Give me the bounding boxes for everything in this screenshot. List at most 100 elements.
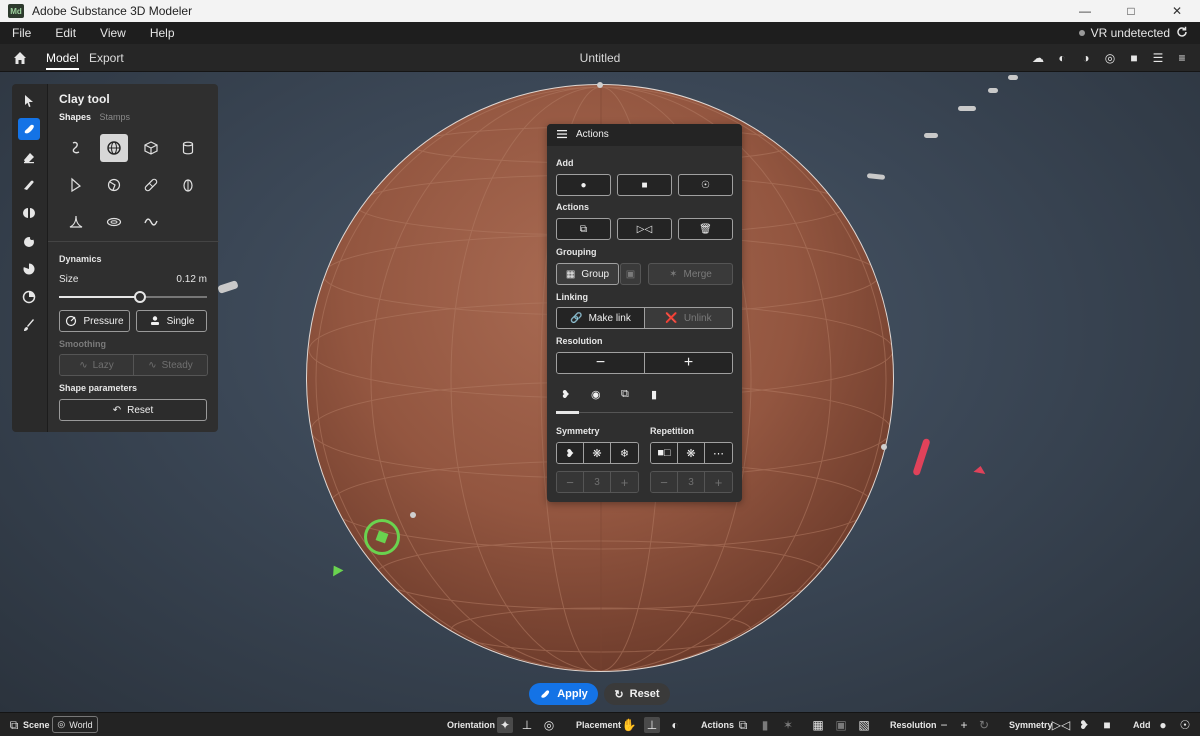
resolution-reset-icon: ↻ <box>976 717 992 733</box>
size-slider-thumb[interactable] <box>134 291 146 303</box>
gizmo-handle-right[interactable] <box>881 444 887 450</box>
orientation-local-icon[interactable]: ✦ <box>497 717 513 733</box>
shading-icon[interactable]: ◑ <box>1078 49 1094 67</box>
menu-file[interactable]: File <box>0 26 43 40</box>
symmetry-toggle-icon[interactable]: ❥ <box>561 388 575 402</box>
refresh-icon[interactable] <box>1176 26 1188 41</box>
hamburger-icon[interactable] <box>557 129 567 139</box>
smooth-tool-icon[interactable] <box>18 174 40 196</box>
clay-tool-icon[interactable] <box>18 118 40 140</box>
settings-sliders-icon[interactable]: ≡ <box>1174 49 1190 67</box>
symmetry-count: 3 <box>584 472 611 492</box>
add-clay-button[interactable]: ● <box>556 174 611 196</box>
hand-icon[interactable]: ✋ <box>621 717 637 733</box>
add-camera-button[interactable]: ■ <box>617 174 672 196</box>
green-gizmo-ring[interactable] <box>364 519 400 555</box>
spike-shape-icon[interactable] <box>62 208 90 236</box>
camera-icon[interactable]: ■ <box>1126 49 1142 67</box>
world-button[interactable]: ◎ World <box>52 716 98 733</box>
single-button[interactable]: Single <box>136 310 207 332</box>
symmetry-decrease-button: − <box>557 472 584 492</box>
placement-surface-icon[interactable]: ◐ <box>667 717 683 733</box>
close-button[interactable]: ✕ <box>1154 0 1200 22</box>
radial-repetition-button[interactable]: ❋ <box>678 443 705 463</box>
sphere-shape-icon[interactable] <box>100 134 128 162</box>
cone-shape-icon[interactable] <box>62 171 90 199</box>
repeat-icon[interactable]: ■ <box>1099 717 1115 733</box>
resolution-stepper: − + <box>556 352 733 374</box>
cube-shape-icon[interactable] <box>137 134 165 162</box>
disc-shape-icon[interactable] <box>100 208 128 236</box>
tab-export[interactable]: Export <box>89 44 124 72</box>
grouping-label: Grouping <box>556 247 597 257</box>
globe-icon[interactable]: ◎ <box>1102 49 1118 67</box>
group-button[interactable]: ▦ Group <box>556 263 619 285</box>
butterfly-icon[interactable]: ❥ <box>1076 717 1092 733</box>
tab-model[interactable]: Model <box>46 44 79 72</box>
tab-stamps[interactable]: Stamps <box>100 112 131 122</box>
environment-icon[interactable]: ☁ <box>1030 49 1046 67</box>
scene-icon[interactable]: ⧉ <box>6 717 22 733</box>
inflate-tool-icon[interactable] <box>18 230 40 252</box>
resolution-increase-button[interactable]: + <box>645 353 732 373</box>
tab-shapes[interactable]: Shapes <box>59 112 91 122</box>
linear-repetition-button[interactable]: ■□ <box>651 443 678 463</box>
placement-axis-icon[interactable]: ⊥ <box>644 717 660 733</box>
reset-parameters-button[interactable]: ↶ Reset <box>59 399 207 421</box>
curve-shape-icon[interactable] <box>62 134 90 162</box>
wave-shape-icon[interactable] <box>137 208 165 236</box>
pressure-button[interactable]: Pressure <box>59 310 130 332</box>
size-slider[interactable] <box>59 296 207 298</box>
radial-symmetry-button[interactable]: ❋ <box>584 443 611 463</box>
orientation-axis-icon[interactable]: ⊥ <box>519 717 535 733</box>
menu-help[interactable]: Help <box>138 26 187 40</box>
crease-tool-icon[interactable] <box>18 258 40 280</box>
gizmo-handle-left[interactable] <box>410 512 416 518</box>
gizmo-handle-top[interactable] <box>597 82 603 88</box>
resolution-decrease-icon[interactable]: − <box>936 717 952 733</box>
add-clay-icon[interactable]: ● <box>1155 717 1171 733</box>
menu-view[interactable]: View <box>88 26 138 40</box>
orientation-world-icon[interactable]: ◎ <box>541 717 557 733</box>
paint-region-tool-icon[interactable] <box>18 286 40 308</box>
duplicate-button[interactable]: ⧉ <box>556 218 611 240</box>
visibility-icon[interactable]: ◉ <box>591 388 605 402</box>
copy-icon[interactable]: ⧉ <box>621 388 635 402</box>
resolution-increase-icon[interactable]: + <box>956 717 972 733</box>
erase-tool-icon[interactable] <box>18 146 40 168</box>
reset-button[interactable]: ↻ Reset <box>604 683 670 705</box>
paint-brush-tool-icon[interactable] <box>18 314 40 336</box>
scatter-repetition-button[interactable]: ⋯ <box>705 443 732 463</box>
status-bar: ⧉ Scene ◎ World Orientation ✦ ⊥ ◎ Placem… <box>0 712 1200 736</box>
layers-icon[interactable]: ☰ <box>1150 49 1166 67</box>
link-icon[interactable]: ▧ <box>856 717 872 733</box>
group-icon[interactable]: ▦ <box>810 717 826 733</box>
home-icon[interactable] <box>12 50 28 66</box>
add-object-icon[interactable]: ☉ <box>1177 717 1193 733</box>
unlink-button: ❌Unlink <box>645 308 732 328</box>
duplicate-icon[interactable]: ⧉ <box>735 717 751 733</box>
mirror-axis-icon[interactable]: ▷◁ <box>1053 717 1069 733</box>
flatten-tool-icon[interactable] <box>18 202 40 224</box>
delete-button[interactable]: 🗑 <box>678 218 733 240</box>
make-link-button[interactable]: 🔗Make link <box>557 308 645 328</box>
clipboard-icon[interactable]: ▮ <box>651 388 665 402</box>
actions-header[interactable]: Actions <box>547 124 742 146</box>
menu-edit[interactable]: Edit <box>43 26 88 40</box>
add-light-button[interactable]: ☉ <box>678 174 733 196</box>
minimize-button[interactable]: — <box>1062 0 1108 22</box>
egg-shape-icon[interactable] <box>174 171 202 199</box>
maximize-button[interactable]: □ <box>1108 0 1154 22</box>
material-icon[interactable]: ◐ <box>1054 49 1070 67</box>
mirror-symmetry-button[interactable]: ❥ <box>557 443 584 463</box>
repetition-count-stepper: − 3 + <box>650 471 733 493</box>
apply-button[interactable]: Apply <box>529 683 598 705</box>
resolution-decrease-button[interactable]: − <box>557 353 645 373</box>
select-tool-icon[interactable] <box>18 90 40 112</box>
cylinder-shape-icon[interactable] <box>174 134 202 162</box>
repetition-decrease-button: − <box>651 472 678 492</box>
torus-knot-shape-icon[interactable] <box>100 171 128 199</box>
radial-mirror-symmetry-button[interactable]: ❄ <box>611 443 638 463</box>
capsule-shape-icon[interactable] <box>137 171 165 199</box>
mirror-button[interactable]: ▷◁ <box>617 218 672 240</box>
